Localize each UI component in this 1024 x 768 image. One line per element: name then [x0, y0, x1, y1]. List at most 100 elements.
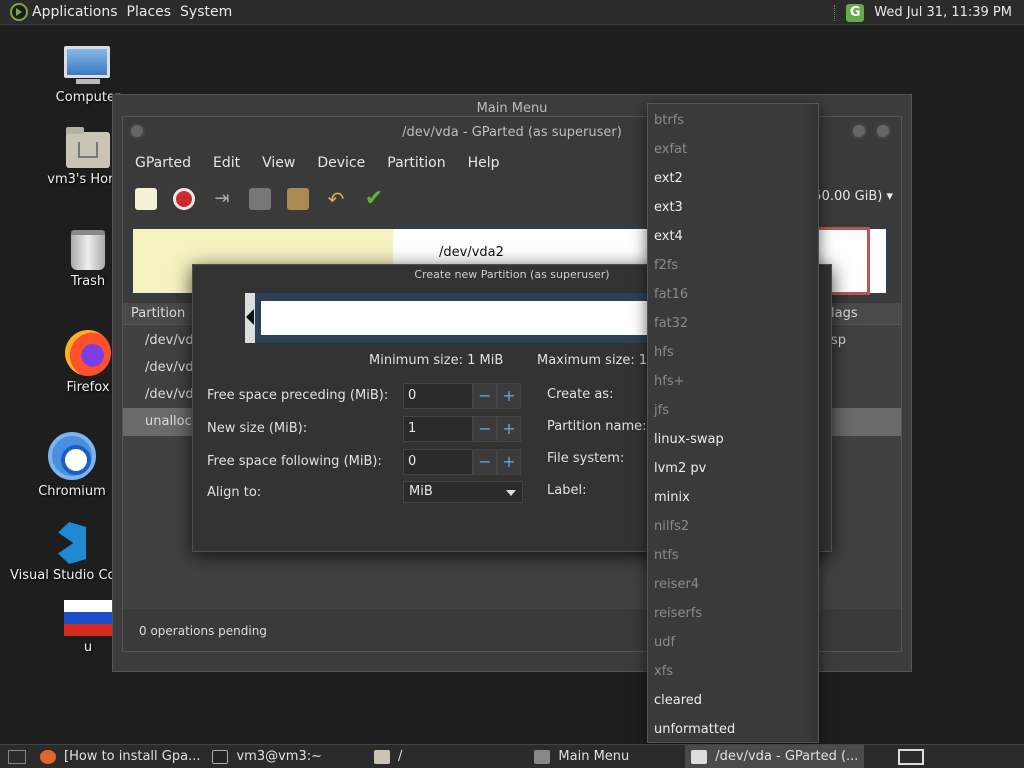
- create-as-label: Create as:: [547, 387, 614, 402]
- menu-logo-icon[interactable]: [10, 3, 28, 21]
- gparted-tray-icon[interactable]: G: [846, 3, 865, 22]
- task-terminal[interactable]: vm3@vm3:~: [206, 745, 328, 768]
- vscode-icon: [44, 522, 86, 564]
- menu-editor-icon: [534, 749, 551, 764]
- decrement-button[interactable]: −: [473, 449, 497, 475]
- menu-partition[interactable]: Partition: [387, 155, 445, 171]
- align-to-select[interactable]: MiB: [403, 481, 523, 503]
- fs-option-f2fs: f2fs: [654, 258, 679, 273]
- undo-icon[interactable]: ↶: [325, 188, 347, 210]
- fs-option-reiserfs: reiserfs: [654, 606, 703, 621]
- trash-icon: [71, 230, 105, 270]
- window-menu-button[interactable]: [129, 123, 145, 139]
- disk-map-label: /dev/vda2: [439, 245, 504, 260]
- task-firefox[interactable]: [How to install Gpa...: [34, 745, 206, 768]
- places-menu[interactable]: Places: [127, 4, 172, 20]
- free-space-following-spinner[interactable]: 0 − +: [403, 449, 523, 475]
- decrement-button[interactable]: −: [473, 416, 497, 442]
- delete-partition-icon[interactable]: [173, 188, 195, 210]
- chevron-down-icon: [506, 490, 516, 496]
- fs-option-minix[interactable]: minix: [648, 483, 818, 512]
- menu-gparted[interactable]: GParted: [135, 155, 191, 171]
- terminal-icon: [212, 749, 229, 764]
- spinner-value[interactable]: 1: [403, 416, 473, 442]
- fs-option-ext4[interactable]: ext4: [648, 222, 818, 251]
- desktop-icon-label: Visual Studio Code: [10, 568, 120, 583]
- clock[interactable]: Wed Jul 31, 11:39 PM: [874, 5, 1012, 20]
- task-gparted[interactable]: /dev/vda - GParted (...: [685, 744, 865, 768]
- fs-option-lvm2-pv[interactable]: lvm2 pv: [648, 454, 818, 483]
- fs-option-btrfs: btrfs: [654, 113, 685, 128]
- task-label: /: [398, 749, 403, 764]
- increment-button[interactable]: +: [497, 449, 521, 475]
- min-size-label: Minimum size: 1 MiB: [369, 353, 504, 368]
- folder-icon: [374, 749, 391, 764]
- firefox-icon: [65, 330, 111, 376]
- column-flags[interactable]: lags: [831, 306, 858, 321]
- spinner-value[interactable]: 0: [403, 383, 473, 409]
- partition-size-bar[interactable]: [245, 293, 651, 343]
- increment-button[interactable]: +: [497, 383, 521, 409]
- fs-option-exfat: exfat: [654, 142, 688, 157]
- copy-icon[interactable]: [249, 188, 271, 210]
- task-label: vm3@vm3:~: [236, 749, 323, 764]
- fs-option-cleared[interactable]: cleared: [648, 686, 818, 715]
- partition-name-label: Partition name:: [547, 419, 647, 434]
- top-panel: Applications Places System G Wed Jul 31,…: [0, 0, 1024, 25]
- panel-separator: [834, 4, 836, 21]
- increment-button[interactable]: +: [497, 416, 521, 442]
- menu-edit[interactable]: Edit: [213, 155, 240, 171]
- new-size-spinner[interactable]: 1 − +: [403, 416, 523, 442]
- system-menu[interactable]: System: [180, 4, 232, 20]
- fs-option-hfs: hfs: [654, 345, 674, 360]
- applications-menu[interactable]: Applications: [32, 4, 118, 20]
- fs-option-linux-swap[interactable]: linux-swap: [648, 425, 818, 454]
- resize-move-icon[interactable]: ⇥: [211, 188, 233, 210]
- computer-icon: [64, 46, 112, 86]
- decrement-button[interactable]: −: [473, 383, 497, 409]
- fs-option-ext3[interactable]: ext3: [648, 193, 818, 222]
- menu-device[interactable]: Device: [317, 155, 365, 171]
- file-system-dropdown[interactable]: btrfs exfat ext2 ext3 ext4 f2fs fat16 fat32 hfs h…: [647, 103, 819, 743]
- align-to-label: Align to:: [207, 485, 262, 500]
- device-selector[interactable]: 50.00 GiB) ▾: [813, 189, 893, 204]
- show-desktop-icon[interactable]: [8, 749, 26, 764]
- menu-help[interactable]: Help: [468, 155, 500, 171]
- free-space-preceding-spinner[interactable]: 0 − +: [403, 383, 523, 409]
- minimize-button[interactable]: [851, 123, 867, 139]
- column-partition[interactable]: Partition: [131, 306, 185, 321]
- fs-option-fat16: fat16: [654, 287, 689, 302]
- resize-handle[interactable]: [245, 293, 255, 343]
- fs-option-jfs: jfs: [654, 403, 669, 418]
- task-main-menu[interactable]: Main Menu: [528, 745, 635, 768]
- fs-option-xfs: xfs: [654, 664, 674, 679]
- home-folder-icon: [66, 127, 110, 168]
- max-size-label: Maximum size: 1 M: [537, 353, 663, 368]
- new-size-label: New size (MiB):: [207, 421, 308, 436]
- device-selector-label: 50.00 GiB): [813, 189, 883, 204]
- free-space-preceding-label: Free space preceding (MiB):: [207, 388, 389, 403]
- gparted-icon: [691, 749, 708, 764]
- desktop-icon-chromium[interactable]: Chromium: [22, 432, 122, 499]
- align-to-value: MiB: [409, 484, 433, 499]
- maximize-button[interactable]: [875, 123, 891, 139]
- paste-icon[interactable]: [287, 188, 309, 210]
- fs-option-unformatted[interactable]: unformatted: [648, 715, 818, 744]
- partition-row-flag: sp: [831, 333, 847, 348]
- label-label: Label:: [547, 483, 587, 498]
- apply-icon[interactable]: ✔: [363, 188, 385, 210]
- fs-option-ext2[interactable]: ext2: [648, 164, 818, 193]
- task-label: [How to install Gpa...: [64, 749, 201, 764]
- flag-icon: [64, 600, 112, 636]
- task-file-manager[interactable]: /: [368, 745, 408, 768]
- chromium-icon: [48, 432, 96, 480]
- task-label: /dev/vda - GParted (...: [715, 749, 859, 764]
- menu-view[interactable]: View: [262, 155, 295, 171]
- fs-option-hfs-: hfs+: [654, 374, 685, 389]
- fs-option-fat32: fat32: [654, 316, 689, 331]
- spinner-value[interactable]: 0: [403, 449, 473, 475]
- new-partition-icon[interactable]: [135, 188, 157, 210]
- fs-option-ntfs: ntfs: [654, 548, 679, 563]
- workspace-switcher[interactable]: [898, 749, 924, 765]
- desktop-icon-vscode[interactable]: Visual Studio Code: [10, 522, 120, 583]
